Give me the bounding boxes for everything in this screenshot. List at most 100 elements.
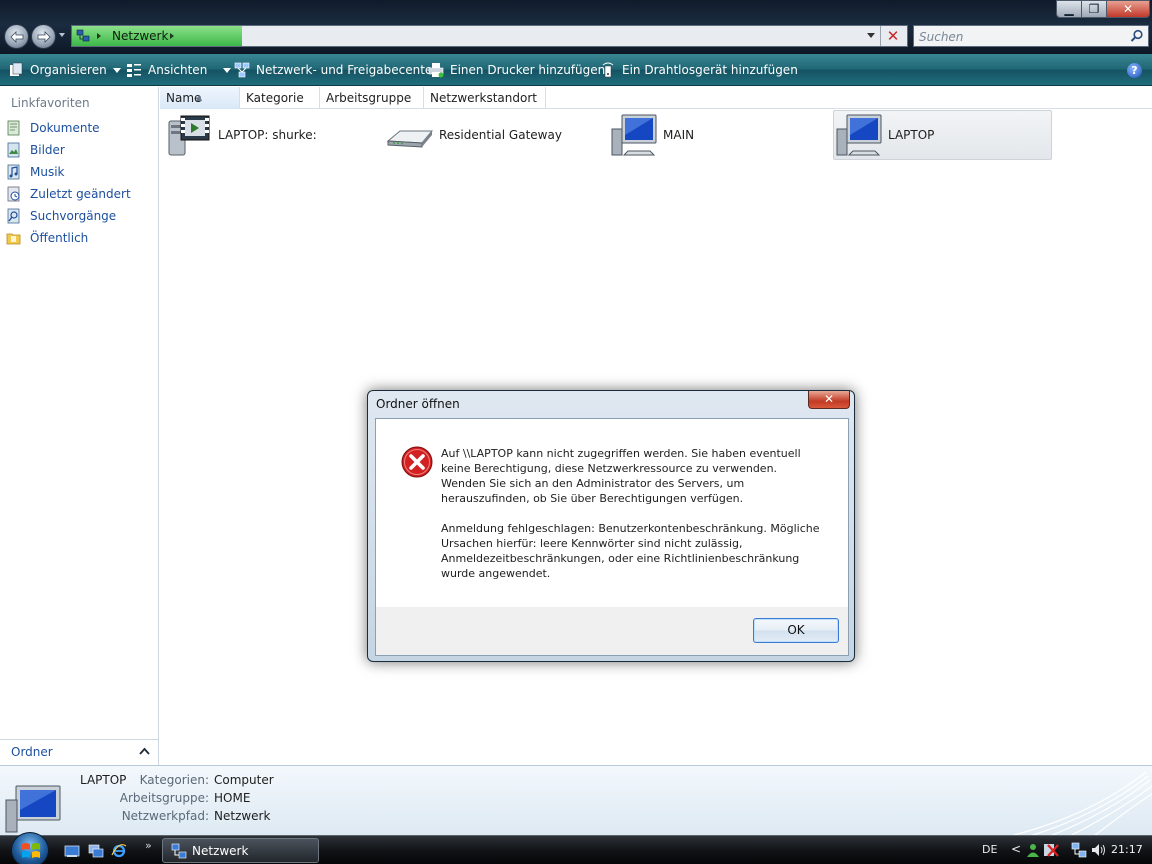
pictures-icon <box>7 142 20 158</box>
wireless-device-icon <box>602 62 614 78</box>
windows-logo-icon <box>22 843 40 858</box>
music-icon <box>7 164 20 180</box>
folders-label: Ordner <box>11 745 53 759</box>
network-icon <box>76 29 90 42</box>
folders-toggle[interactable]: Ordner <box>0 739 158 765</box>
internet-explorer-icon[interactable] <box>111 843 127 859</box>
views-button[interactable]: Ansichten <box>126 62 232 78</box>
network-status-icon[interactable] <box>1071 842 1087 858</box>
ok-button[interactable]: OK <box>753 618 839 643</box>
help-icon[interactable]: ? <box>1127 63 1142 78</box>
volume-icon[interactable] <box>1090 842 1106 858</box>
messenger-icon[interactable] <box>1025 842 1041 858</box>
start-button[interactable] <box>11 832 49 864</box>
add-wireless-button[interactable]: Ein Drahtlosgerät hinzufügen <box>600 62 798 78</box>
column-netzwerkstandort[interactable]: Netzwerkstandort <box>424 87 546 109</box>
details-label-category: Kategorien: <box>139 773 209 787</box>
column-header: Name ▲ Kategorie Arbeitsgruppe Netzwerkst… <box>160 87 1152 109</box>
add-printer-button[interactable]: Einen Drucker hinzufügen <box>428 62 605 78</box>
favorite-item-oeffentlich[interactable]: Öffentlich <box>6 228 88 248</box>
minimize-icon: ▁ <box>1064 2 1074 16</box>
forward-button[interactable] <box>31 24 56 49</box>
favorite-label: Suchvorgänge <box>30 209 117 223</box>
crumb-separator-icon[interactable] <box>170 33 174 39</box>
address-separator <box>880 26 881 46</box>
search-input[interactable]: Suchen <box>919 30 963 44</box>
printer-icon <box>428 63 444 78</box>
maximize-button[interactable]: ❐ <box>1081 0 1107 18</box>
clock[interactable]: 21:17 <box>1111 843 1143 856</box>
views-icon <box>127 64 141 77</box>
security-alert-icon[interactable] <box>1043 842 1059 858</box>
favorite-label: Dokumente <box>30 121 100 135</box>
language-indicator[interactable]: DE <box>982 843 997 856</box>
organize-label: Organisieren <box>30 63 107 77</box>
close-icon: ✕ <box>823 392 835 406</box>
minimize-button[interactable]: ▁ <box>1056 0 1082 18</box>
chevron-down-icon <box>223 67 232 73</box>
error-dialog: Ordner öffnen ✕ Auf \\LAPTOP kann nicht … <box>367 390 855 662</box>
computer-icon <box>611 114 657 156</box>
recent-pages-dropdown[interactable] <box>59 33 65 37</box>
details-value-category: Computer <box>214 773 274 787</box>
column-arbeitsgruppe[interactable]: Arbeitsgruppe <box>320 87 424 109</box>
window-close-button[interactable]: ✕ <box>1106 0 1150 18</box>
favorite-item-dokumente[interactable]: Dokumente <box>6 118 100 138</box>
computer-icon <box>836 114 882 156</box>
error-icon <box>401 446 433 478</box>
details-label-path: Netzwerkpfad: <box>121 809 209 823</box>
network-center-button[interactable]: Netzwerk- und Freigabecenter <box>234 62 437 78</box>
switch-windows-icon[interactable] <box>88 843 104 859</box>
command-bar: Organisieren Ansichten Netzwerk- und Fre… <box>0 54 1152 86</box>
favorite-item-suchvorgaenge[interactable]: Suchvorgänge <box>6 206 116 226</box>
quicklaunch-more-button[interactable]: » <box>145 839 152 852</box>
network-center-label: Netzwerk- und Freigabecenter <box>256 63 438 77</box>
breadcrumb-netzwerk[interactable]: Netzwerk <box>112 29 168 43</box>
network-icon <box>171 843 187 859</box>
stop-loading-icon[interactable]: ✕ <box>884 27 902 45</box>
show-desktop-icon[interactable] <box>64 843 80 859</box>
crumb-separator-icon <box>97 33 101 39</box>
media-server-icon <box>168 115 210 156</box>
show-hidden-icons-button[interactable]: < <box>1011 842 1021 856</box>
item-label: MAIN <box>663 128 695 142</box>
item-label: LAPTOP <box>888 128 935 142</box>
arrow-right-icon <box>37 31 51 43</box>
search-box[interactable]: Suchen <box>913 25 1149 47</box>
column-name[interactable]: Name ▲ <box>160 87 240 109</box>
recent-icon <box>7 186 20 202</box>
favorite-label: Musik <box>30 165 65 179</box>
network-item-residential-gateway[interactable]: Residential Gateway <box>386 111 586 159</box>
dialog-message-secondary: Anmeldung fehlgeschlagen: Benutzerkonten… <box>441 522 820 580</box>
decorative-swoosh <box>1011 771 1152 835</box>
details-value-path: Netzwerk <box>214 809 271 823</box>
network-item-laptop[interactable]: LAPTOP <box>833 110 1052 160</box>
add-wireless-label: Ein Drahtlosgerät hinzufügen <box>622 63 798 77</box>
network-item-media-server[interactable]: LAPTOP: shurke: <box>165 111 355 159</box>
dialog-close-button[interactable]: ✕ <box>808 391 850 409</box>
dialog-body: Auf \\LAPTOP kann nicht zugegriffen werd… <box>375 418 849 656</box>
favorite-item-musik[interactable]: Musik <box>6 162 65 182</box>
documents-icon <box>7 120 20 136</box>
navigation-pane: Linkfavoriten Dokumente Bilder Musik Zul… <box>0 87 159 765</box>
back-button[interactable] <box>4 24 29 49</box>
network-center-icon <box>234 62 250 78</box>
item-label: Residential Gateway <box>439 128 562 142</box>
network-item-main[interactable]: MAIN <box>610 111 770 159</box>
column-kategorie[interactable]: Kategorie <box>240 87 320 109</box>
search-icon[interactable] <box>1130 29 1144 43</box>
public-folder-icon <box>6 233 21 245</box>
item-label: LAPTOP: shurke: <box>218 128 317 142</box>
taskbar-button-label: Netzwerk <box>192 844 249 858</box>
address-history-dropdown[interactable] <box>867 33 875 38</box>
dialog-message-primary: Auf \\LAPTOP kann nicht zugegriffen werd… <box>441 447 801 505</box>
address-bar[interactable]: Netzwerk ✕ <box>71 25 908 47</box>
details-value-workgroup: HOME <box>214 791 251 805</box>
organize-button[interactable]: Organisieren <box>8 62 121 78</box>
favorite-item-bilder[interactable]: Bilder <box>6 140 65 160</box>
favorite-item-zuletzt[interactable]: Zuletzt geändert <box>6 184 131 204</box>
details-pane: LAPTOP Kategorien: Computer Arbeitsgrupp… <box>0 765 1152 835</box>
taskbar-button-netzwerk[interactable]: Netzwerk <box>162 838 319 863</box>
chevron-down-icon <box>112 67 121 73</box>
add-printer-label: Einen Drucker hinzufügen <box>450 63 606 77</box>
